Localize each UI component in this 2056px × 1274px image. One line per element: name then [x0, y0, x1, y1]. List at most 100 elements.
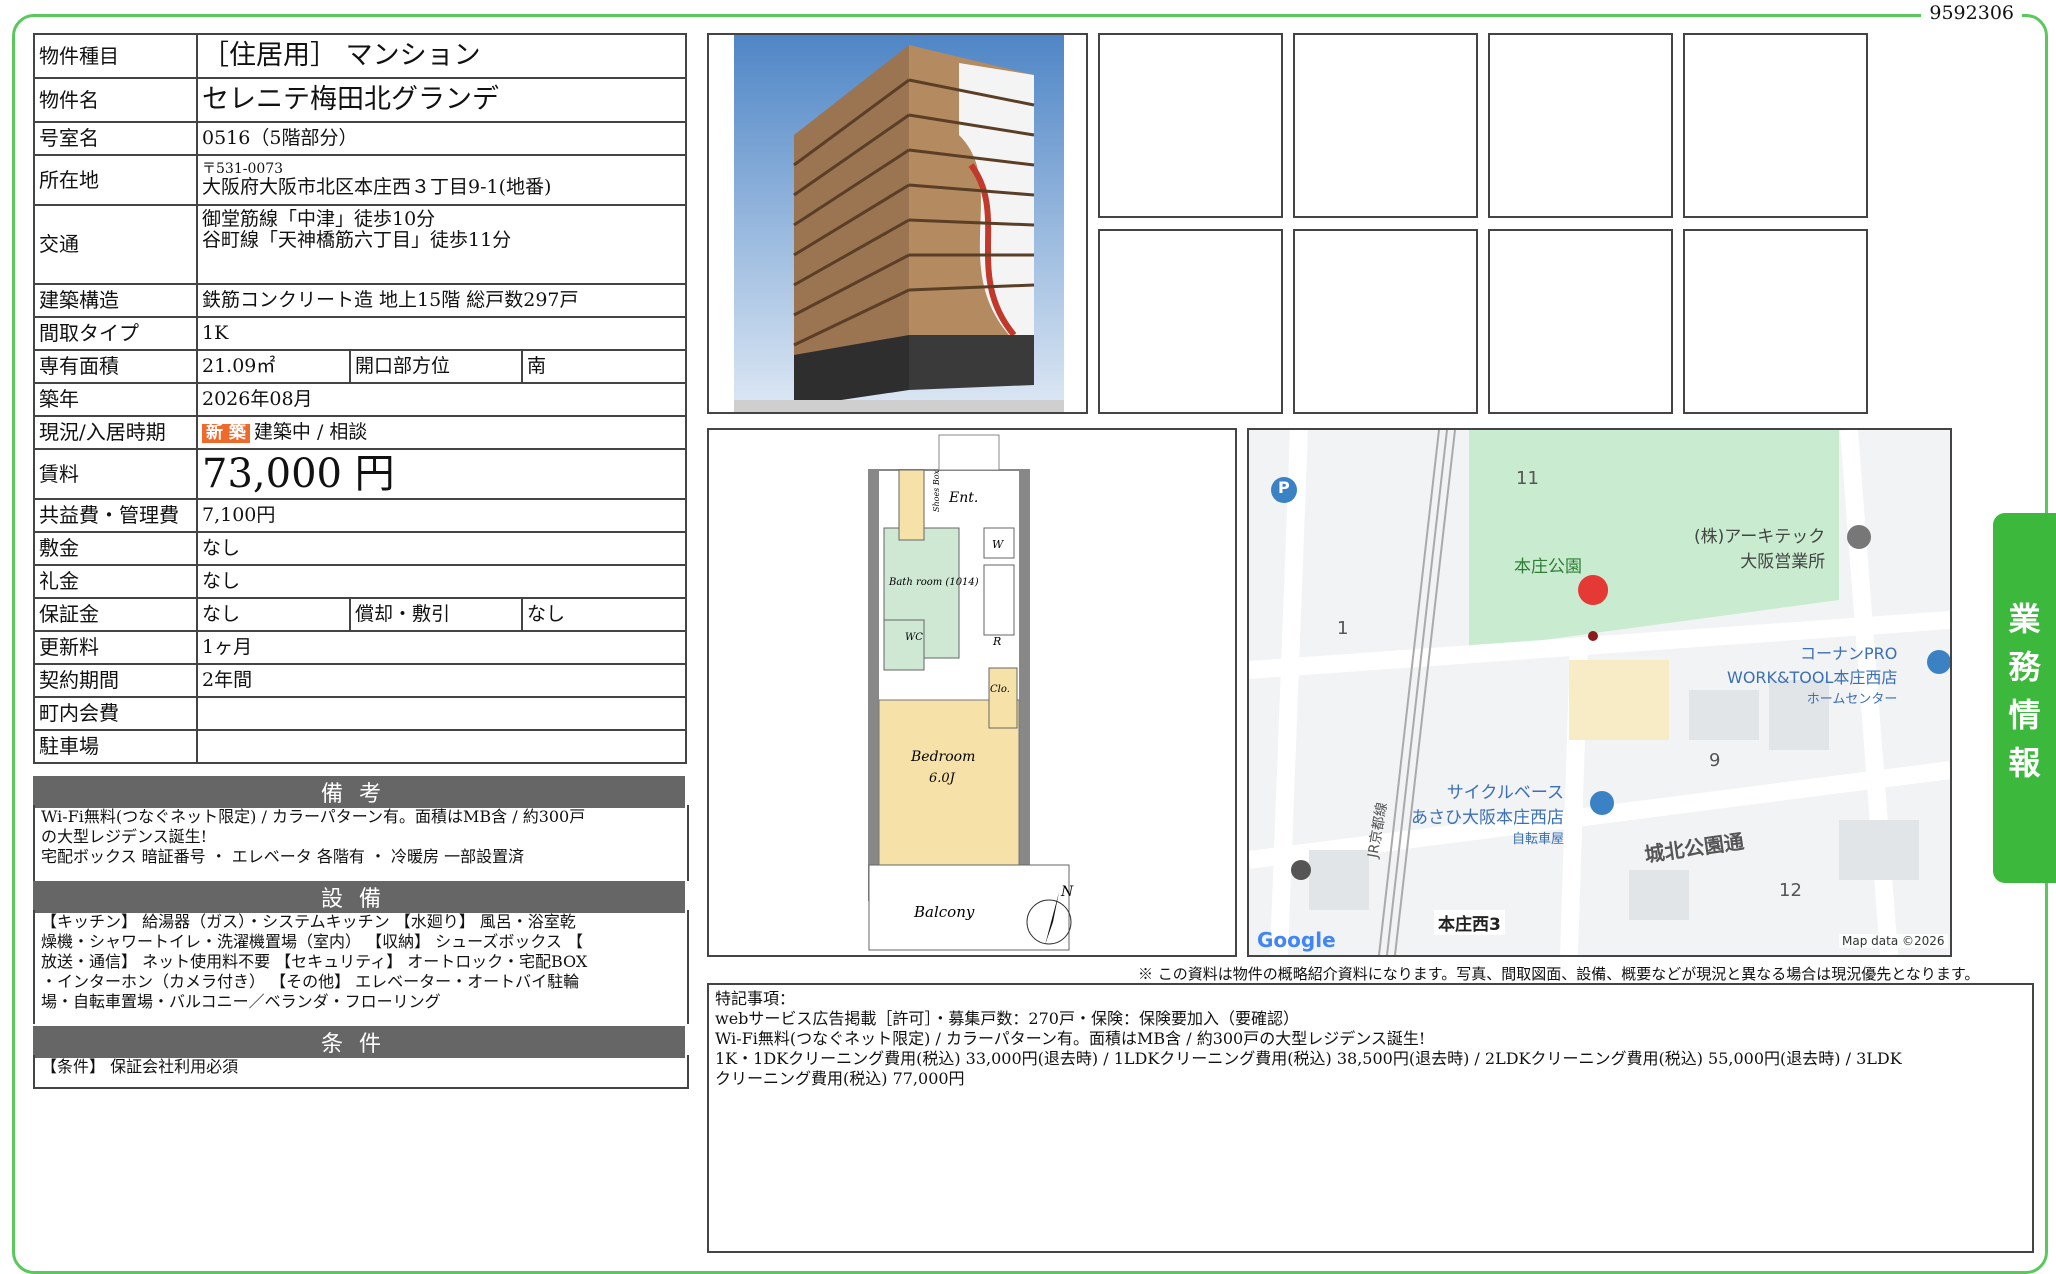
amort-value: なし [521, 597, 687, 632]
w-label: W [992, 538, 1005, 551]
keymoney-value: なし [196, 564, 687, 599]
building-photo [707, 33, 1088, 414]
address-cell: 〒531-0073 大阪府大阪市北区本庄西３丁目9-1(地番) [196, 154, 687, 206]
conditions-body: 【条件】 保証会社利用必須 [33, 1055, 689, 1089]
map-block-number: 12 [1779, 880, 1802, 901]
photo-thumbnail[interactable] [1683, 229, 1868, 414]
contract-value: 2年間 [196, 663, 687, 698]
special-remarks-box: 特記事項： webサービス広告掲載［許可］・募集戸数：270戸・保険：保険要加入… [707, 983, 2034, 1253]
shop-label-architec: (株)アーキテック大阪営業所 [1694, 522, 1825, 572]
parking-map-marker: P [1278, 478, 1290, 497]
tab-char: 務 [2008, 648, 2041, 686]
structure-label: 建築構造 [33, 283, 198, 318]
notes-line: の大型レジデンス誕生! [41, 827, 208, 846]
notes-body: Wi-Fi無料(つなぐネット限定) / カラーパターン有。面積はMB含 / 約3… [33, 805, 689, 881]
tab-char: 情 [2008, 696, 2041, 734]
name-value: セレニテ梅田北グランデ [196, 77, 687, 123]
contract-label: 契約期間 [33, 663, 198, 698]
shop-name: (株)アーキテック [1694, 527, 1826, 547]
address-label: 所在地 [33, 154, 198, 206]
remarks-line: Wi-Fi無料(つなぐネット限定) / カラーパターン有。面積はMB含 / 約3… [715, 1029, 1426, 1048]
remarks-title: 特記事項： [715, 989, 796, 1008]
tab-char: 業 [2008, 600, 2041, 638]
transit-cell: 御堂筋線「中津」徒歩10分 谷町線「天神橋筋六丁目」徒歩11分 [196, 204, 687, 285]
photo-thumbnail[interactable] [1488, 229, 1673, 414]
layout-label: 間取タイプ [33, 316, 198, 351]
shop-category: 自転車屋 [1511, 832, 1564, 847]
deposit-label: 敷金 [33, 531, 198, 566]
notes-header: 備考 [33, 776, 685, 808]
rent-value: 73,000 円 [196, 448, 687, 500]
area-label: 専有面積 [33, 349, 198, 384]
community-label: 町内会費 [33, 696, 198, 731]
wc-label: WC [905, 632, 923, 643]
type-value: ［住居用］ マンション [196, 33, 687, 79]
photo-thumbnail[interactable] [1098, 33, 1283, 218]
floor-plan-drawing: Ent. Shoes Box Bath room (1014) WC W R C… [868, 434, 1074, 951]
map-block-number: 1 [1337, 618, 1349, 639]
parking-value [196, 729, 687, 764]
map-block-number: 11 [1516, 468, 1539, 489]
renewal-value: 1ヶ月 [196, 630, 687, 665]
structure-value: 鉄筋コンクリート造 地上15階 総戸数297戸 [196, 283, 687, 318]
photo-thumbnail[interactable] [1293, 33, 1478, 218]
layout-value: 1K [196, 316, 687, 351]
google-logo: Google [1257, 928, 1336, 952]
direction-value: 南 [521, 349, 687, 384]
deposit-value: なし [196, 531, 687, 566]
map-block-number: 9 [1709, 750, 1721, 771]
photo-thumbnail[interactable] [1488, 33, 1673, 218]
equipment-header: 設備 [33, 881, 685, 913]
shop-branch: WORK&TOOL本庄西店 [1727, 668, 1898, 687]
built-value: 2026年08月 [196, 382, 687, 417]
guarantee-value: なし [196, 597, 351, 632]
building-illustration [734, 35, 1064, 412]
floor-plan: Ent. Shoes Box Bath room (1014) WC W R C… [707, 428, 1237, 957]
shoe-box-label: Shoes Box [932, 469, 941, 512]
area-value: 21.09㎡ [196, 349, 351, 384]
transit-line: 谷町線「天神橋筋六丁目」徒歩11分 [202, 229, 512, 252]
closet-label: Clo. [990, 684, 1010, 695]
shop-branch: 大阪営業所 [1740, 552, 1826, 572]
photo-thumbnail[interactable] [1683, 33, 1868, 218]
new-build-badge: 新 築 [202, 423, 250, 443]
shop-branch: あさひ大阪本庄西店 [1411, 808, 1564, 828]
equipment-line: 場・自転車置場・バルコニー／ベランダ・フローリング [41, 992, 441, 1011]
shop-label-kohnan: コーナンPRO WORK&TOOL本庄西店 ホームセンター [1727, 640, 1897, 707]
bedroom-size-label: 6.0J [929, 771, 956, 786]
station-label: 本庄西3 [1434, 910, 1505, 935]
north-label: N [1060, 884, 1074, 900]
equipment-line: 放送・通信】 ネット使用料不要 【セキュリティ】 オートロック・宅配BOX [41, 952, 588, 971]
disclaimer-text: ※ この資料は物件の概略紹介資料になります。写真、間取図面、設備、概要などが現況… [1138, 965, 1980, 983]
renewal-label: 更新料 [33, 630, 198, 665]
fee-label: 共益費・管理費 [33, 498, 198, 533]
shop-name: コーナンPRO [1800, 644, 1898, 663]
document-id: 9592306 [1921, 2, 2022, 24]
room-label: 号室名 [33, 121, 198, 156]
entrance-label: Ent. [948, 490, 978, 506]
photo-thumbnail[interactable] [1293, 229, 1478, 414]
fee-value: 7,100円 [196, 498, 687, 533]
business-info-tab[interactable]: 業 務 情 報 [1993, 513, 2056, 883]
equipment-line: ・インターホン（カメラ付き） 【その他】 エレベーター・オートバイ駐輪 [41, 972, 580, 991]
tab-char: 報 [2008, 744, 2041, 782]
balcony-label: Balcony [913, 903, 975, 921]
photo-thumbnail[interactable] [1098, 229, 1283, 414]
guarantee-label: 保証金 [33, 597, 198, 632]
shop-label-cyclebase: サイクルベース あさひ大阪本庄西店 自転車屋 [1411, 778, 1564, 847]
built-label: 築年 [33, 382, 198, 417]
map-credit: Map data ©2026 [1839, 934, 1948, 948]
notes-line: 宅配ボックス 暗証番号 ・ エレベータ 各階有 ・ 冷暖房 一部設置済 [41, 847, 525, 866]
status-cell: 新 築建築中 / 相談 [196, 415, 687, 450]
bath-label: Bath room (1014) [888, 577, 979, 588]
address-zip: 〒531-0073 [202, 160, 284, 177]
room-value: 0516（5階部分） [196, 121, 687, 156]
name-label: 物件名 [33, 77, 198, 123]
status-value: 建築中 / 相談 [253, 420, 368, 443]
location-pin [1578, 575, 1609, 605]
parking-label: 駐車場 [33, 729, 198, 764]
equipment-line: 燥機・シャワートイレ・洗濯機置場（室内） 【収納】 シューズボックス 【 [41, 932, 583, 951]
remarks-line: 1K・1DKクリーニング費用(税込) 33,000円(退去時) / 1LDKクリ… [715, 1049, 1902, 1068]
location-map[interactable]: P 11 1 9 12 本庄公園 (株)アーキテック 大阪営業所 コーナンPRO W… [1247, 428, 1952, 957]
direction-label: 開口部方位 [349, 349, 523, 384]
